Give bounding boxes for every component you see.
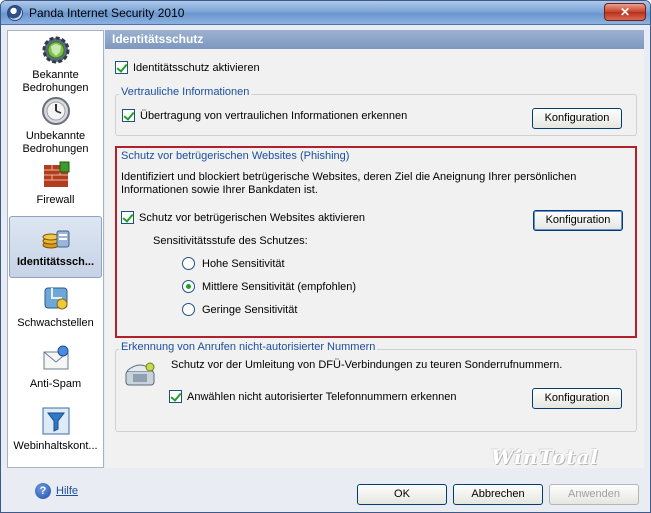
cancel-button[interactable]: Abbrechen <box>453 484 543 505</box>
dialer-description: Schutz vor der Umleitung von DFÜ-Verbind… <box>171 359 563 371</box>
help-link[interactable]: Hilfe <box>56 485 78 497</box>
enable-identity-protection-label: Identitätsschutz aktivieren <box>133 62 260 74</box>
help-icon[interactable]: ? <box>35 483 51 499</box>
sidebar-item-unknown-threats[interactable]: Unbekannte Bedrohungen <box>9 95 102 155</box>
confidential-config-button[interactable]: Konfiguration <box>532 108 622 129</box>
dialer-checkbox[interactable] <box>169 390 182 403</box>
confidential-info-label: Übertragung von vertraulichen Informatio… <box>140 110 408 122</box>
sensitivity-high-radio[interactable] <box>182 257 195 270</box>
sidebar-item-label: Anti-Spam <box>29 378 82 390</box>
wintotal-watermark: WinTotal <box>491 445 599 469</box>
phishing-title: Schutz vor betrügerischen Websites (Phis… <box>121 150 350 162</box>
sensitivity-label: Sensitivitätsstufe des Schutzes: <box>153 235 308 247</box>
phone-icon <box>125 362 155 386</box>
panda-app-icon <box>7 5 23 21</box>
dialer-title: Erkennung von Anrufen nicht-autorisierte… <box>119 341 378 353</box>
clock-icon <box>41 97 70 125</box>
sidebar-item-label: Identitätssch... <box>16 256 95 268</box>
sidebar-item-label: Firewall <box>36 194 75 206</box>
confidential-info-title: Vertrauliche Informationen <box>119 86 252 98</box>
content-panel: Identitätsschutz aktivieren Vertrauliche… <box>105 49 644 468</box>
sensitivity-medium-radio[interactable] <box>182 280 195 293</box>
main-window: Panda Internet Security 2010 ✕ Bekannte … <box>0 0 651 513</box>
sidebar-item-known-threats[interactable]: Bekannte Bedrohungen <box>9 34 102 94</box>
gear-shield-icon <box>42 36 69 64</box>
sidebar-item-web-content-filter[interactable]: Webinhaltskont... <box>9 405 102 455</box>
sidebar-item-firewall[interactable]: Firewall <box>9 159 102 209</box>
apply-button[interactable]: Anwenden <box>549 484 639 505</box>
sensitivity-low-label: Geringe Sensitivität <box>202 304 298 316</box>
filter-icon <box>42 407 69 435</box>
firewall-icon <box>43 161 69 187</box>
sidebar-item-label: Bekannte Bedrohungen <box>22 69 89 94</box>
sensitivity-high-label: Hohe Sensitivität <box>202 258 285 270</box>
section-header: Identitätsschutz <box>105 30 644 49</box>
phishing-protection-checkbox[interactable] <box>121 211 134 224</box>
ok-button[interactable]: OK <box>357 484 447 505</box>
phishing-config-button[interactable]: Konfiguration <box>533 210 623 231</box>
sidebar-item-vulnerabilities[interactable]: Schwachstellen <box>9 282 102 332</box>
sidebar-item-identity-protection[interactable]: Identitätssch... <box>9 216 102 278</box>
sensitivity-low-radio[interactable] <box>182 303 195 316</box>
sidebar-item-label: Schwachstellen <box>17 317 94 329</box>
dialer-label: Anwählen nicht autorisierter Telefonnumm… <box>187 391 457 403</box>
envelope-icon <box>43 345 68 370</box>
window-title: Panda Internet Security 2010 <box>29 6 185 20</box>
close-button[interactable]: ✕ <box>604 3 646 21</box>
confidential-info-checkbox[interactable] <box>122 109 135 122</box>
phishing-protection-label: Schutz vor betrügerischen Websites aktiv… <box>139 212 366 224</box>
coins-icon <box>42 230 69 249</box>
sidebar-item-label: Unbekannte Bedrohungen <box>22 130 89 155</box>
sidebar-item-label: Webinhaltskont... <box>13 440 98 452</box>
sidebar: Bekannte Bedrohungen Unbekannte Bedrohun… <box>7 30 104 468</box>
phishing-description-line2: Informationen sowie Ihrer Bankdaten ist. <box>121 184 318 196</box>
phishing-description-line1: Identifiziert und blockiert betrügerisch… <box>121 171 577 183</box>
puzzle-icon <box>44 287 67 310</box>
sidebar-item-anti-spam[interactable]: Anti-Spam <box>9 343 102 393</box>
sensitivity-medium-label: Mittlere Sensitivität (empfohlen) <box>202 281 357 293</box>
dialer-config-button[interactable]: Konfiguration <box>532 388 622 409</box>
enable-identity-protection-checkbox[interactable] <box>115 61 128 74</box>
title-bar[interactable]: Panda Internet Security 2010 ✕ <box>1 1 650 25</box>
